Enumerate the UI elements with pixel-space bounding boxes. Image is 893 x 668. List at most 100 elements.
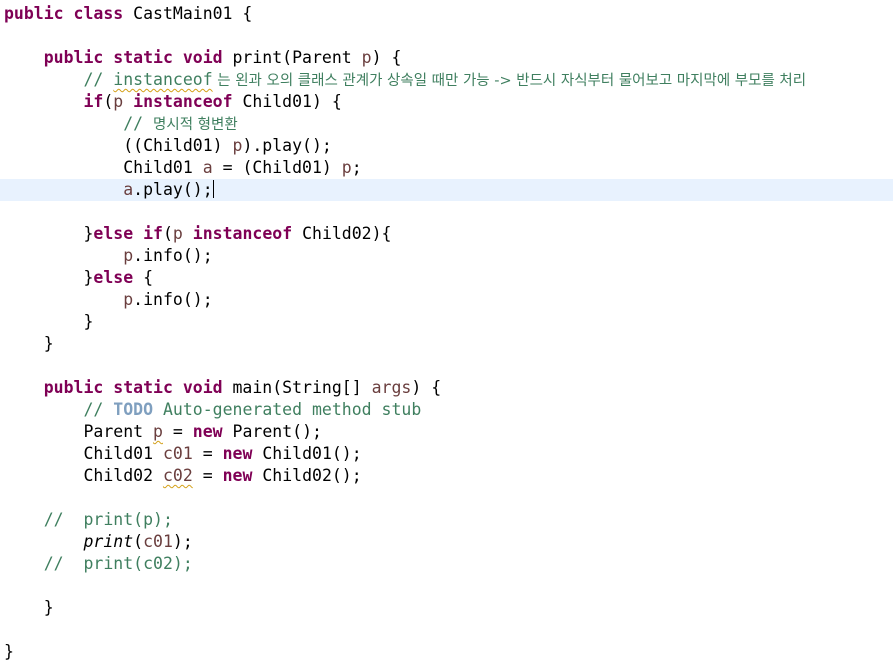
code-line[interactable]: // TODO Auto-generated method stub — [0, 399, 893, 421]
code-text: = — [162, 422, 193, 441]
line-content: }else { — [4, 267, 153, 289]
line-content: Child01 c01 = new Child01(); — [4, 443, 362, 465]
code-line[interactable] — [0, 355, 893, 377]
variable: a — [202, 158, 213, 177]
code-editor[interactable]: public class CastMain01 { public static … — [0, 0, 893, 668]
code-line[interactable] — [0, 201, 893, 223]
text-cursor — [212, 180, 214, 198]
variable: c01 — [143, 532, 173, 551]
code-line[interactable] — [0, 25, 893, 47]
code-line[interactable]: } — [0, 333, 893, 355]
code-line[interactable] — [0, 575, 893, 597]
variable: p — [123, 290, 134, 309]
code-line[interactable]: Child01 a = (Child01) p; — [0, 157, 893, 179]
code-text: ( — [162, 224, 173, 243]
code-line[interactable]: ((Child01) p).play(); — [0, 135, 893, 157]
variable: p — [113, 92, 124, 111]
code-line[interactable]: } — [0, 597, 893, 619]
code-text: CastMain01 { — [123, 4, 253, 23]
line-content: } — [4, 641, 14, 663]
line-content: public static void print(Parent p) { — [4, 47, 402, 69]
code-text: } — [4, 642, 14, 661]
line-content: Child02 c02 = new Child02(); — [4, 465, 362, 487]
variable: p — [232, 136, 243, 155]
code-line[interactable] — [0, 487, 893, 509]
code-text: } — [83, 312, 94, 331]
comment-prefix: // — [83, 400, 114, 419]
code-text: ((Child01) — [123, 136, 233, 155]
code-line[interactable]: } — [0, 641, 893, 663]
line-content: p.info(); — [4, 245, 212, 267]
code-line[interactable]: }else { — [0, 267, 893, 289]
code-line[interactable]: }else if(p instanceof Child02){ — [0, 223, 893, 245]
variable: p — [123, 246, 134, 265]
static-method-call: print — [83, 532, 134, 551]
keyword: if — [143, 224, 163, 243]
code-line[interactable]: Child02 c02 = new Child02(); — [0, 465, 893, 487]
code-line[interactable]: print(c01); — [0, 531, 893, 553]
comment-text: // print(p); — [43, 510, 173, 529]
code-text: { — [133, 268, 154, 287]
code-line[interactable]: // 명시적 형변환 — [0, 113, 893, 135]
variable: p — [361, 48, 372, 67]
code-text: } — [83, 224, 94, 243]
code-line[interactable]: public static void print(Parent p) { — [0, 47, 893, 69]
comment-prefix: // — [123, 114, 154, 133]
code-text: ).play(); — [242, 136, 332, 155]
line-content: p.info(); — [4, 289, 212, 311]
comment: // instanceof 는 왼과 오의 클래스 관계가 상속일 때만 가능 … — [4, 69, 806, 91]
current-line-highlight[interactable]: a.play(); — [0, 179, 893, 201]
code-line[interactable]: // print(c02); — [0, 553, 893, 575]
variable: a — [123, 180, 134, 199]
code-text: ; — [351, 158, 362, 177]
comment-text: Auto-generated method stub — [153, 400, 422, 419]
code-text: ( — [133, 532, 144, 551]
keyword: new — [222, 444, 253, 463]
variable: p — [341, 158, 352, 177]
variable: args — [371, 378, 412, 397]
variable: c01 — [162, 444, 193, 463]
line-content: }else if(p instanceof Child02){ — [4, 223, 391, 245]
code-text: ); — [172, 532, 193, 551]
unused-variable-warning[interactable]: c02 — [163, 466, 193, 485]
keyword: public class — [4, 4, 124, 23]
code-line[interactable]: // instanceof 는 왼과 오의 클래스 관계가 상속일 때만 가능 … — [0, 69, 893, 91]
unused-variable-warning[interactable]: p — [153, 422, 163, 441]
code-line[interactable]: public static void main(String[] args) { — [0, 377, 893, 399]
keyword: else — [93, 224, 134, 243]
comment: // print(p); — [4, 509, 173, 531]
code-line[interactable]: if(p instanceof Child01) { — [0, 91, 893, 113]
code-text: Child01(); — [252, 444, 362, 463]
line-content: Child01 a = (Child01) p; — [4, 157, 362, 179]
code-text: ) { — [371, 48, 402, 67]
code-text: Child02(); — [252, 466, 362, 485]
spelling-warning[interactable]: instanceof — [113, 70, 212, 89]
code-line[interactable]: Child01 c01 = new Child01(); — [0, 443, 893, 465]
code-line[interactable]: Parent p = new Parent(); — [0, 421, 893, 443]
code-line[interactable]: // print(p); — [0, 509, 893, 531]
code-line[interactable]: public class CastMain01 { — [0, 3, 893, 25]
code-line[interactable] — [0, 619, 893, 641]
code-line[interactable]: p.info(); — [0, 289, 893, 311]
code-text: } — [43, 598, 54, 617]
code-line[interactable]: p.info(); — [0, 245, 893, 267]
comment-text: 는 왼과 오의 클래스 관계가 상속일 때만 가능 -> 반드시 자식부터 물어… — [212, 73, 807, 89]
code-line[interactable]: } — [0, 311, 893, 333]
line-content: } — [4, 311, 93, 333]
comment-text: // print(c02); — [43, 554, 193, 573]
